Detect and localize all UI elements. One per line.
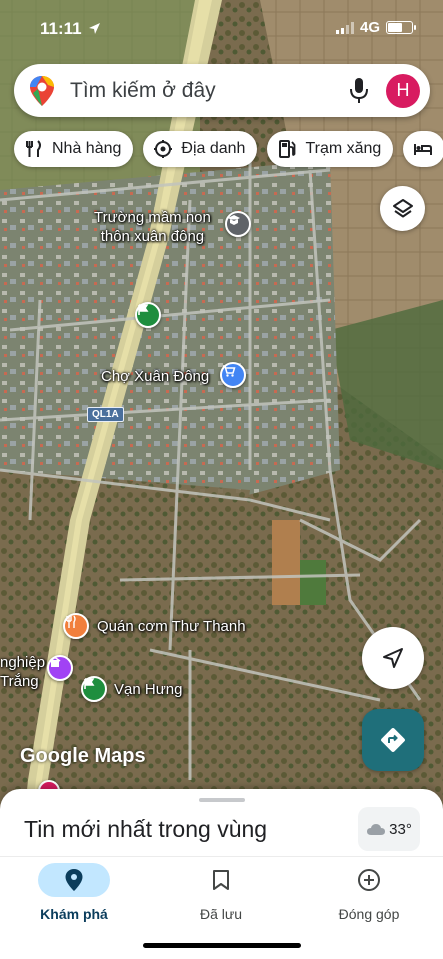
park-pin-icon-2[interactable] (81, 676, 107, 702)
label-school[interactable]: Trường mầm non thôn xuân đông (94, 208, 211, 246)
explore-pin-icon (65, 869, 83, 891)
chip-restaurants[interactable]: Nhà hàng (14, 131, 134, 167)
fork-knife-icon (26, 140, 41, 157)
nav-saved[interactable]: Đã lưu (161, 863, 281, 922)
add-circle-icon (358, 869, 380, 891)
label-van-hung[interactable]: Vạn Hưng (114, 680, 182, 699)
hotel-bed-icon (414, 144, 433, 155)
directions-icon (381, 728, 405, 752)
navigation-arrow-icon (383, 648, 403, 668)
clock: 11:11 (40, 19, 82, 38)
google-maps-pin-icon (30, 75, 54, 106)
road-shield-ql1a: QL1A (87, 407, 124, 422)
search-input[interactable]: Tìm kiếm ở đây (70, 79, 348, 103)
poi-purple-pin-icon[interactable] (47, 655, 73, 681)
label-nghiep[interactable]: nghiệp Trắng (0, 653, 45, 691)
chip-landmarks[interactable]: Địa danh (143, 131, 258, 167)
cloud-icon (367, 824, 386, 835)
location-arrow-icon (89, 23, 101, 34)
chip-label: Trạm xăng (305, 140, 382, 157)
nav-pill (185, 863, 257, 897)
label-restaurant[interactable]: Quán cơm Thư Thanh (97, 617, 246, 636)
layers-button[interactable] (380, 186, 425, 231)
chip-label: Nhà hàng (52, 140, 122, 157)
layers-icon (392, 198, 413, 217)
search-bar[interactable]: Tìm kiếm ở đây H (14, 64, 430, 117)
temperature: 33° (389, 820, 412, 838)
sheet-title: Tin mới nhất trong vùng (24, 816, 268, 842)
gas-station-icon (279, 140, 296, 158)
school-pin-icon[interactable] (225, 211, 251, 237)
nav-pill (333, 863, 405, 897)
signal-icon (335, 21, 354, 34)
category-chips: Nhà hàng Địa danh Trạm xăng (14, 131, 443, 167)
directions-button[interactable] (362, 709, 424, 771)
chip-hotels[interactable] (403, 131, 443, 167)
google-maps-attribution: Google Maps (20, 745, 146, 767)
nav-label: Khám phá (40, 906, 108, 922)
landmark-icon (154, 140, 173, 158)
shopping-cart-pin-icon[interactable] (220, 362, 246, 388)
home-indicator (143, 943, 301, 948)
status-time: 11:11 (40, 19, 101, 39)
park-pin-icon[interactable] (135, 302, 161, 328)
bookmark-icon (213, 870, 229, 890)
avatar[interactable]: H (386, 73, 420, 108)
nav-contribute[interactable]: Đóng góp (309, 863, 429, 922)
nav-label: Đóng góp (338, 906, 400, 922)
battery-icon (386, 21, 416, 34)
my-location-button[interactable] (362, 627, 424, 689)
chip-gas-stations[interactable]: Trạm xăng (267, 131, 394, 167)
nav-pill (38, 863, 110, 897)
sheet-drag-handle[interactable] (199, 798, 245, 802)
microphone-icon[interactable] (348, 77, 370, 105)
nav-explore[interactable]: Khám phá (14, 863, 134, 922)
network-type: 4G (359, 19, 380, 36)
restaurant-pin-icon[interactable] (63, 613, 89, 639)
chip-label: Địa danh (181, 140, 246, 157)
status-indicators: 4G (335, 19, 416, 36)
status-bar: 11:11 4G (0, 0, 443, 56)
nav-label: Đã lưu (199, 906, 243, 922)
label-market[interactable]: Chợ Xuân Đông (101, 367, 209, 386)
weather-chip[interactable]: 33° (358, 807, 420, 851)
